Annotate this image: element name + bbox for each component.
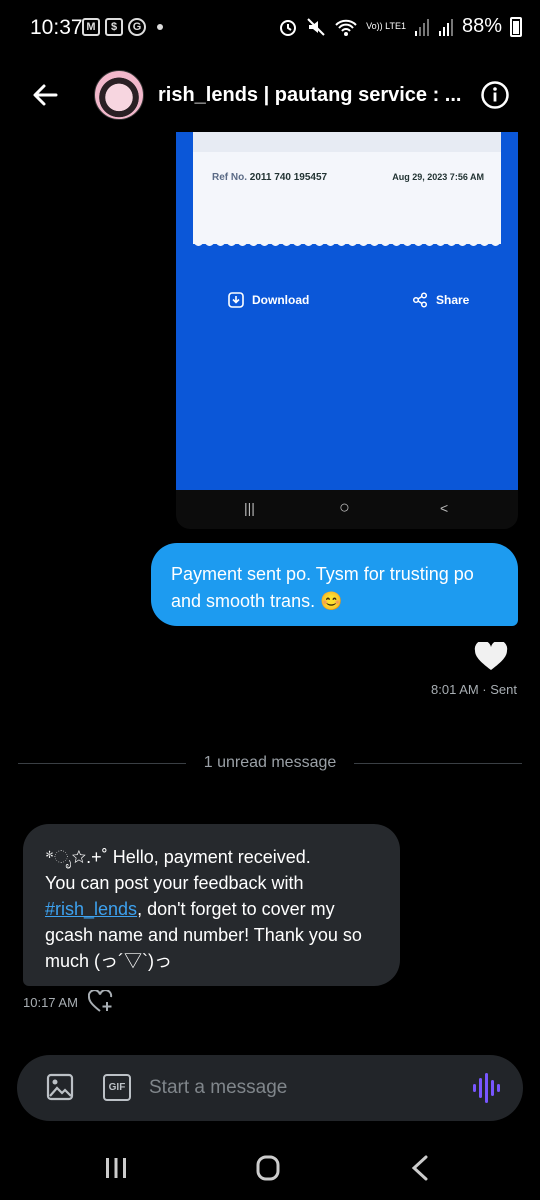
wifi-icon xyxy=(335,19,357,36)
receipt-date: Aug 29, 2023 7:56 AM xyxy=(392,172,484,182)
avatar[interactable] xyxy=(94,70,144,120)
add-reaction-icon[interactable] xyxy=(88,990,114,1014)
network-label: Vo)) LTE1 xyxy=(366,21,406,31)
gcash-receipt-screenshot: Ref No. 2011 740 195457 Aug 29, 2023 7:5… xyxy=(176,132,518,490)
screenshot-nav-bar: ||| ○ < xyxy=(176,490,518,529)
unread-label: 1 unread message xyxy=(191,754,349,771)
dot-icon xyxy=(157,24,163,30)
share-action: Share xyxy=(412,292,469,308)
signal-icon xyxy=(414,18,429,36)
home-icon: ○ xyxy=(339,497,350,517)
ref-number: Ref No. 2011 740 195457 xyxy=(212,172,327,183)
heart-reaction-icon[interactable] xyxy=(474,640,508,672)
receipt-card: Ref No. 2011 740 195457 Aug 29, 2023 7:5… xyxy=(193,132,501,244)
received-text-prefix: You can post your feedback with xyxy=(45,873,304,893)
back-icon: < xyxy=(440,500,449,516)
conversation-header: rish_lends | pautang service : ... xyxy=(0,62,540,128)
battery-icon xyxy=(510,16,522,37)
signal-icon xyxy=(438,18,453,36)
share-icon xyxy=(412,292,428,308)
hashtag-link[interactable]: #rish_lends xyxy=(45,899,137,919)
ref-label: Ref No. xyxy=(212,172,247,183)
home-button[interactable] xyxy=(248,1152,288,1184)
back-button[interactable] xyxy=(400,1152,440,1184)
sent-timestamp: 8:01 AM · Sent xyxy=(431,682,517,697)
google-icon: G xyxy=(128,18,146,36)
alarm-icon xyxy=(280,19,297,36)
download-icon xyxy=(228,292,244,308)
shared-image[interactable]: Ref No. 2011 740 195457 Aug 29, 2023 7:5… xyxy=(176,132,518,529)
battery-percent: 88% xyxy=(461,15,502,37)
received-line-1: *ೃ☆.+˚ Hello, payment received. xyxy=(45,847,311,867)
status-bar: 10:37 M $ G Vo)) LTE1 88% xyxy=(0,0,540,58)
download-label: Download xyxy=(252,293,310,307)
back-arrow-icon[interactable] xyxy=(26,78,66,112)
unread-divider: 1 unread message xyxy=(18,752,522,776)
mute-icon xyxy=(307,17,325,36)
receipt-wave-edge xyxy=(193,236,501,246)
android-nav-bar xyxy=(0,1140,540,1200)
share-label: Share xyxy=(436,293,470,307)
recent-apps-icon: ||| xyxy=(244,500,255,516)
image-icon[interactable] xyxy=(46,1073,74,1101)
message-composer: GIF xyxy=(17,1055,523,1121)
sent-message-bubble[interactable]: Payment sent po. Tysm for trusting po an… xyxy=(151,543,518,626)
gif-icon[interactable]: GIF xyxy=(103,1074,131,1101)
status-time: 10:37 xyxy=(30,16,83,39)
message-input[interactable] xyxy=(149,1075,449,1101)
gmail-icon: M xyxy=(82,18,100,36)
shop-icon: $ xyxy=(105,18,123,36)
voice-message-icon[interactable] xyxy=(472,1072,502,1104)
received-timestamp: 10:17 AM xyxy=(23,995,78,1010)
received-message-bubble[interactable]: *ೃ☆.+˚ Hello, payment received. You can … xyxy=(23,824,400,986)
ref-value: 2011 740 195457 xyxy=(249,172,328,183)
recent-apps-button[interactable] xyxy=(96,1152,136,1184)
info-icon[interactable] xyxy=(480,80,510,110)
download-action: Download xyxy=(228,292,309,308)
conversation-title[interactable]: rish_lends | pautang service : ... xyxy=(158,84,468,107)
